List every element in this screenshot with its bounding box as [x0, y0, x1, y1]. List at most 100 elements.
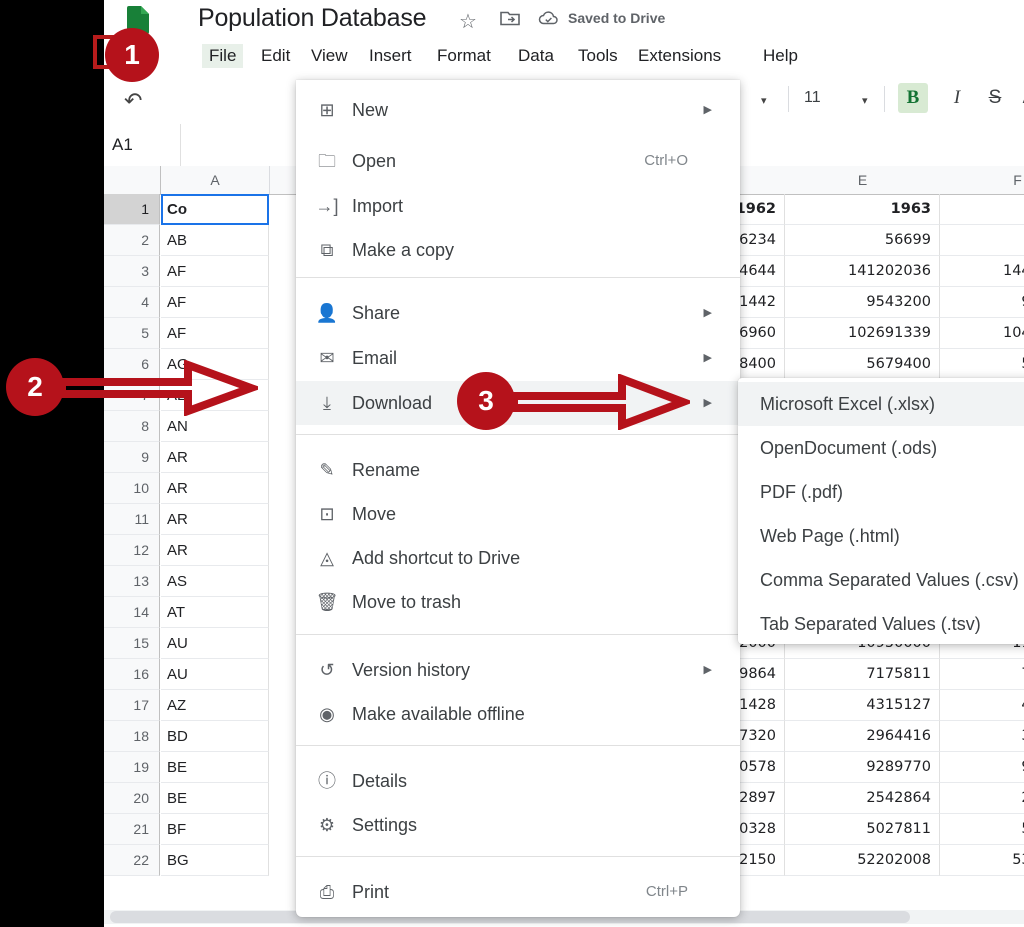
- cell-A5[interactable]: AF: [161, 318, 269, 349]
- row-header-19[interactable]: 19: [104, 752, 160, 783]
- cell-E4[interactable]: 9543200: [785, 287, 940, 318]
- row-header-20[interactable]: 20: [104, 783, 160, 814]
- menu-help[interactable]: Help: [756, 44, 805, 68]
- cell-E2[interactable]: 56699: [785, 225, 940, 256]
- file-menu-item-share[interactable]: 👤 Share ▶: [296, 291, 740, 335]
- menu-data[interactable]: Data: [511, 44, 561, 68]
- file-menu-item-move[interactable]: ⊡ Move: [296, 492, 740, 536]
- menu-view[interactable]: View: [304, 44, 355, 68]
- cell-F4[interactable]: 9744772: [940, 287, 1024, 318]
- cell-E19[interactable]: 9289770: [785, 752, 940, 783]
- cell-A2[interactable]: AB: [161, 225, 269, 256]
- menu-insert[interactable]: Insert: [362, 44, 419, 68]
- text-color-button[interactable]: A: [1014, 83, 1024, 113]
- cell-A22[interactable]: BG: [161, 845, 269, 876]
- row-header-14[interactable]: 14: [104, 597, 160, 628]
- cell-F21[interactable]: 5098891: [940, 814, 1024, 845]
- chevron-down-icon-font[interactable]: ▾: [761, 94, 767, 107]
- cell-A13[interactable]: AS: [161, 566, 269, 597]
- cell-A16[interactable]: AU: [161, 659, 269, 690]
- download-option-microsoft-excel-xlsx-[interactable]: Microsoft Excel (.xlsx): [738, 382, 1024, 426]
- cell-A10[interactable]: AR: [161, 473, 269, 504]
- row-header-16[interactable]: 16: [104, 659, 160, 690]
- cell-A15[interactable]: AU: [161, 628, 269, 659]
- file-menu-dropdown[interactable]: ⊞ New ▶ 🗀 Open Ctrl+O →] Import ⧉ Make a copy 👤 Sha…: [296, 80, 740, 917]
- cell-A3[interactable]: AF: [161, 256, 269, 287]
- file-menu-item-details[interactable]: ⓘ Details: [296, 759, 740, 803]
- cell-F2[interactable]: 57029: [940, 225, 1024, 256]
- cell-E21[interactable]: 5027811: [785, 814, 940, 845]
- file-menu-item-settings[interactable]: ⚙ Settings: [296, 803, 740, 847]
- file-menu-item-make-available-offline[interactable]: ◉ Make available offline: [296, 692, 740, 736]
- menu-edit[interactable]: Edit: [254, 44, 297, 68]
- cell-F3[interactable]: 144920186: [940, 256, 1024, 287]
- row-header-15[interactable]: 15: [104, 628, 160, 659]
- row-header-5[interactable]: 5: [104, 318, 160, 349]
- cell-A21[interactable]: BF: [161, 814, 269, 845]
- file-menu-item-make-a-copy[interactable]: ⧉ Make a copy: [296, 228, 740, 272]
- undo-icon[interactable]: ↶: [124, 88, 142, 114]
- download-option-comma-separated-values-csv-[interactable]: Comma Separated Values (.csv): [738, 558, 1024, 602]
- cell-E1[interactable]: 1963: [785, 194, 940, 225]
- download-submenu[interactable]: Microsoft Excel (.xlsx) OpenDocument (.od…: [738, 378, 1024, 644]
- row-header-2[interactable]: 2: [104, 225, 160, 256]
- cell-E18[interactable]: 2964416: [785, 721, 940, 752]
- row-header-4[interactable]: 4: [104, 287, 160, 318]
- row-header-3[interactable]: 3: [104, 256, 160, 287]
- cell-A4[interactable]: AF: [161, 287, 269, 318]
- menu-extensions[interactable]: Extensions: [631, 44, 728, 68]
- bold-button[interactable]: B: [898, 83, 928, 113]
- column-header-e[interactable]: E: [785, 166, 941, 194]
- file-menu-item-add-shortcut-to-drive[interactable]: ◬ Add shortcut to Drive: [296, 536, 740, 580]
- column-header-f[interactable]: F: [940, 166, 1024, 194]
- cell-A20[interactable]: BE: [161, 783, 269, 814]
- menu-tools[interactable]: Tools: [571, 44, 625, 68]
- row-header-1[interactable]: 1: [104, 194, 160, 225]
- star-icon[interactable]: ☆: [459, 9, 477, 34]
- cell-E16[interactable]: 7175811: [785, 659, 940, 690]
- menu-format[interactable]: Format: [430, 44, 498, 68]
- download-option-tab-separated-values-tsv-[interactable]: Tab Separated Values (.tsv): [738, 602, 1024, 644]
- row-header-13[interactable]: 13: [104, 566, 160, 597]
- cell-A18[interactable]: BD: [161, 721, 269, 752]
- file-menu-item-open[interactable]: 🗀 Open Ctrl+O: [296, 139, 740, 183]
- cell-E17[interactable]: 4315127: [785, 690, 940, 721]
- cell-F17[interactable]: 4456691: [940, 690, 1024, 721]
- file-menu-item-new[interactable]: ⊞ New ▶: [296, 88, 740, 132]
- cell-F16[interactable]: 7223801: [940, 659, 1024, 690]
- cloud-saved-icon[interactable]: [538, 9, 560, 27]
- cell-A17[interactable]: AZ: [161, 690, 269, 721]
- row-header-21[interactable]: 21: [104, 814, 160, 845]
- file-menu-item-version-history[interactable]: ↺ Version history ▶: [296, 648, 740, 692]
- download-option-pdf-pdf-[interactable]: PDF (.pdf): [738, 470, 1024, 514]
- cell-A12[interactable]: AR: [161, 535, 269, 566]
- file-menu-item-move-to-trash[interactable]: 🗑 Move to trash: [296, 580, 740, 624]
- name-box[interactable]: A1: [112, 135, 133, 155]
- row-header-10[interactable]: 10: [104, 473, 160, 504]
- italic-button[interactable]: I: [942, 83, 972, 113]
- cell-F20[interactable]: 2585961: [940, 783, 1024, 814]
- cell-F5[interactable]: 104953470: [940, 318, 1024, 349]
- cell-E20[interactable]: 2542864: [785, 783, 940, 814]
- download-option-web-page-html-[interactable]: Web Page (.html): [738, 514, 1024, 558]
- select-all-corner[interactable]: [104, 166, 161, 194]
- cell-E22[interactable]: 52202008: [785, 845, 940, 876]
- strikethrough-button[interactable]: S: [980, 83, 1010, 113]
- cell-E3[interactable]: 141202036: [785, 256, 940, 287]
- row-header-12[interactable]: 12: [104, 535, 160, 566]
- font-size-value[interactable]: 11: [804, 89, 821, 107]
- cell-A9[interactable]: AR: [161, 442, 269, 473]
- file-menu-item-print[interactable]: ⎙ Print Ctrl+P: [296, 870, 740, 914]
- cell-A11[interactable]: AR: [161, 504, 269, 535]
- move-to-folder-icon[interactable]: [500, 9, 520, 27]
- cell-F19[interactable]: 9378113: [940, 752, 1024, 783]
- cell-A1[interactable]: Co: [161, 194, 269, 225]
- menu-file[interactable]: File: [202, 44, 244, 68]
- cell-E6[interactable]: 5679400: [785, 349, 940, 380]
- cell-F22[interactable]: 53741721: [940, 845, 1024, 876]
- chevron-down-icon-size[interactable]: ▾: [862, 94, 868, 107]
- download-option-opendocument-ods-[interactable]: OpenDocument (.ods): [738, 426, 1024, 470]
- row-header-18[interactable]: 18: [104, 721, 160, 752]
- cell-F18[interactable]: 3026292: [940, 721, 1024, 752]
- cell-A14[interactable]: AT: [161, 597, 269, 628]
